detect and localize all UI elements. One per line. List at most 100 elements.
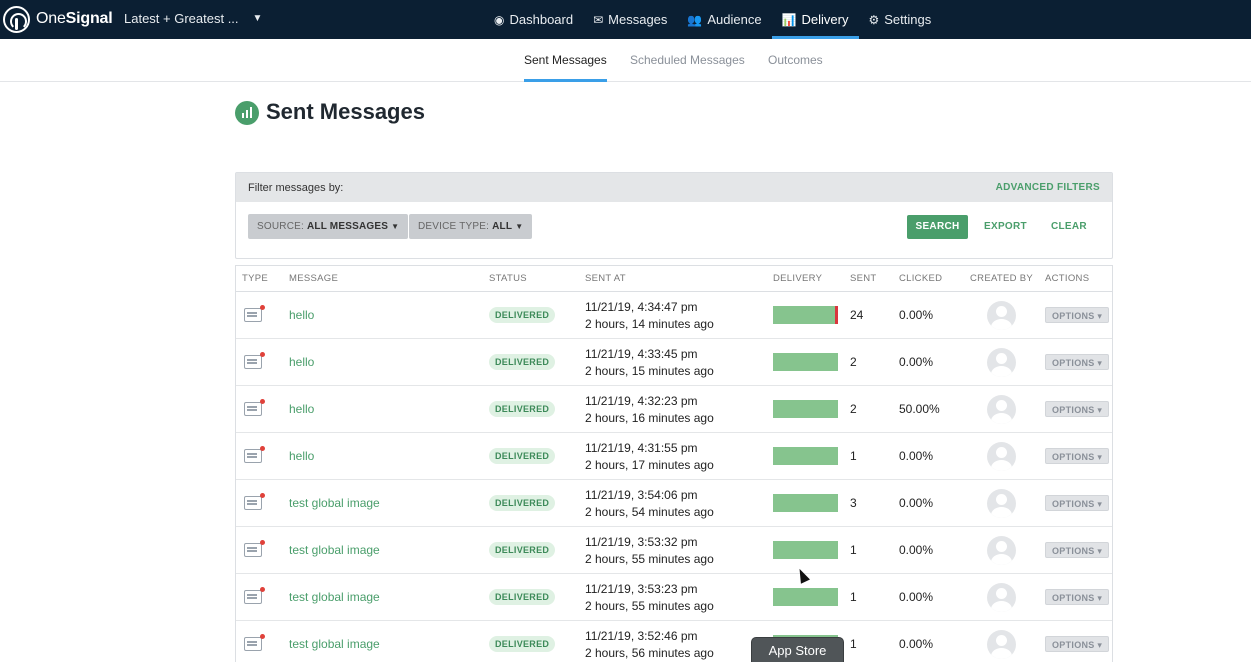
dashboard-icon: ◉ xyxy=(494,12,505,27)
advanced-filters-link[interactable]: ADVANCED FILTERS xyxy=(996,182,1100,193)
nav-item-label: Messages xyxy=(608,12,668,27)
device-type-filter-dropdown[interactable]: DEVICE TYPE: ALL ▼ xyxy=(409,214,533,239)
status-badge: DELIVERED xyxy=(489,636,556,652)
messages-icon: ✉ xyxy=(593,12,604,27)
nav-item-dashboard[interactable]: ◉ Dashboard xyxy=(484,0,583,39)
table-header: TYPE MESSAGE STATUS SENT AT DELIVERY SENT CLIC… xyxy=(236,266,1112,292)
options-button[interactable]: OPTIONS ▾ xyxy=(1045,448,1110,464)
column-header-message: MESSAGE xyxy=(289,273,339,284)
column-header-status: STATUS xyxy=(489,273,527,284)
tab-outcomes[interactable]: Outcomes xyxy=(768,39,823,82)
sent-at-relative: 2 hours, 17 minutes ago xyxy=(585,458,714,472)
table-row: hello DELIVERED 11/21/19, 4:32:23 pm 2 hour… xyxy=(236,386,1112,433)
sent-at: 11/21/19, 4:32:23 pm 2 hours, 16 minutes … xyxy=(585,393,714,427)
brand-logo-link[interactable]: OneSignal xyxy=(3,5,113,33)
sent-at: 11/21/19, 4:33:45 pm 2 hours, 15 minutes … xyxy=(585,346,714,380)
tab-scheduled-messages[interactable]: Scheduled Messages xyxy=(630,39,745,82)
delivery-icon: 📊 xyxy=(781,12,797,27)
options-button[interactable]: OPTIONS ▾ xyxy=(1045,307,1110,323)
options-button[interactable]: OPTIONS ▾ xyxy=(1045,636,1110,652)
table-row: test global image DELIVERED 11/21/19, 3:53… xyxy=(236,527,1112,574)
message-link[interactable]: test global image xyxy=(289,574,380,621)
caret-down-icon: ▾ xyxy=(1094,593,1103,603)
creator-avatar xyxy=(987,583,1016,612)
nav-item-delivery[interactable]: 📊 Delivery xyxy=(771,0,859,39)
creator-avatar xyxy=(987,489,1016,518)
export-button[interactable]: EXPORT xyxy=(984,215,1027,239)
message-link[interactable]: hello xyxy=(289,339,314,386)
clicked-rate: 0.00% xyxy=(899,308,934,322)
clear-button[interactable]: CLEAR xyxy=(1051,215,1087,239)
nav-item-label: Delivery xyxy=(801,12,849,27)
message-link[interactable]: test global image xyxy=(289,480,380,527)
sent-at: 11/21/19, 3:53:23 pm 2 hours, 55 minutes … xyxy=(585,581,714,615)
clicked-rate: 0.00% xyxy=(899,449,934,463)
onesignal-logo-icon xyxy=(3,5,30,33)
source-filter-dropdown[interactable]: SOURCE: ALL MESSAGES ▼ xyxy=(248,214,409,239)
options-label: OPTIONS xyxy=(1052,640,1095,650)
clicked-rate: 0.00% xyxy=(899,543,934,557)
table-row: hello DELIVERED 11/21/19, 4:33:45 pm 2 hour… xyxy=(236,339,1112,386)
clicked-rate: 0.00% xyxy=(899,637,934,651)
main-nav: ◉ Dashboard ✉ Messages 👥 Audience 📊 Delivery ⚙ Se… xyxy=(484,0,941,39)
column-header-delivery: DELIVERY xyxy=(773,273,823,284)
tab-sent-messages[interactable]: Sent Messages xyxy=(524,39,607,82)
app-selector[interactable]: Latest + Greatest ... ▼ xyxy=(124,11,262,26)
push-notification-icon xyxy=(244,540,265,557)
delivery-subnav: Sent Messages Scheduled Messages Outcomes xyxy=(0,39,1251,82)
options-label: OPTIONS xyxy=(1052,452,1095,462)
creator-avatar xyxy=(987,442,1016,471)
clicked-rate: 0.00% xyxy=(899,590,934,604)
message-link[interactable]: hello xyxy=(289,292,314,339)
sent-at-date: 11/21/19, 3:53:23 pm xyxy=(585,582,698,596)
filter-header: Filter messages by: ADVANCED FILTERS xyxy=(236,173,1112,202)
options-label: OPTIONS xyxy=(1052,593,1095,603)
delivery-bar xyxy=(773,588,838,606)
caret-down-icon: ▼ xyxy=(515,222,524,231)
column-header-clicked: CLICKED xyxy=(899,273,943,284)
message-link[interactable]: hello xyxy=(289,433,314,480)
options-label: OPTIONS xyxy=(1052,358,1095,368)
message-link[interactable]: hello xyxy=(289,386,314,433)
caret-down-icon: ▾ xyxy=(1094,546,1103,556)
nav-item-audience[interactable]: 👥 Audience xyxy=(677,0,771,39)
top-navbar: OneSignal Latest + Greatest ... ▼ ◉ Dashb… xyxy=(0,0,1251,39)
sent-at-relative: 2 hours, 55 minutes ago xyxy=(585,552,714,566)
sent-at-date: 11/21/19, 4:31:55 pm xyxy=(585,441,698,455)
sent-count: 24 xyxy=(850,308,864,322)
nav-item-messages[interactable]: ✉ Messages xyxy=(583,0,677,39)
nav-item-settings[interactable]: ⚙ Settings xyxy=(859,0,942,39)
sent-count: 3 xyxy=(850,496,857,510)
sent-count: 1 xyxy=(850,590,857,604)
search-button[interactable]: SEARCH xyxy=(907,215,968,239)
table-row: test global image DELIVERED 11/21/19, 3:54… xyxy=(236,480,1112,527)
delivery-bar xyxy=(773,353,838,371)
table-body: hello DELIVERED 11/21/19, 4:34:47 pm 2 hour… xyxy=(236,292,1112,662)
push-notification-icon xyxy=(244,493,265,510)
options-button[interactable]: OPTIONS ▾ xyxy=(1045,542,1110,558)
gear-icon: ⚙ xyxy=(868,12,880,27)
sent-count: 1 xyxy=(850,449,857,463)
sent-at-relative: 2 hours, 56 minutes ago xyxy=(585,646,714,660)
options-button[interactable]: OPTIONS ▾ xyxy=(1045,589,1110,605)
message-link[interactable]: test global image xyxy=(289,621,380,662)
caret-down-icon: ▾ xyxy=(1094,405,1103,415)
table-row: test global image DELIVERED 11/21/19, 3:53… xyxy=(236,574,1112,621)
clicked-rate: 0.00% xyxy=(899,496,934,510)
options-button[interactable]: OPTIONS ▾ xyxy=(1045,401,1110,417)
status-badge: DELIVERED xyxy=(489,448,556,464)
options-button[interactable]: OPTIONS ▾ xyxy=(1045,495,1110,511)
audience-icon: 👥 xyxy=(687,12,703,27)
push-notification-icon xyxy=(244,634,265,651)
creator-avatar xyxy=(987,301,1016,330)
message-link[interactable]: test global image xyxy=(289,527,380,574)
creator-avatar xyxy=(987,630,1016,659)
options-button[interactable]: OPTIONS ▾ xyxy=(1045,354,1110,370)
sent-count: 2 xyxy=(850,355,857,369)
status-badge: DELIVERED xyxy=(489,589,556,605)
delivery-bar xyxy=(773,306,838,324)
sent-at-date: 11/21/19, 3:52:46 pm xyxy=(585,629,698,643)
options-label: OPTIONS xyxy=(1052,546,1095,556)
nav-item-label: Dashboard xyxy=(509,12,574,27)
sent-at-relative: 2 hours, 54 minutes ago xyxy=(585,505,714,519)
